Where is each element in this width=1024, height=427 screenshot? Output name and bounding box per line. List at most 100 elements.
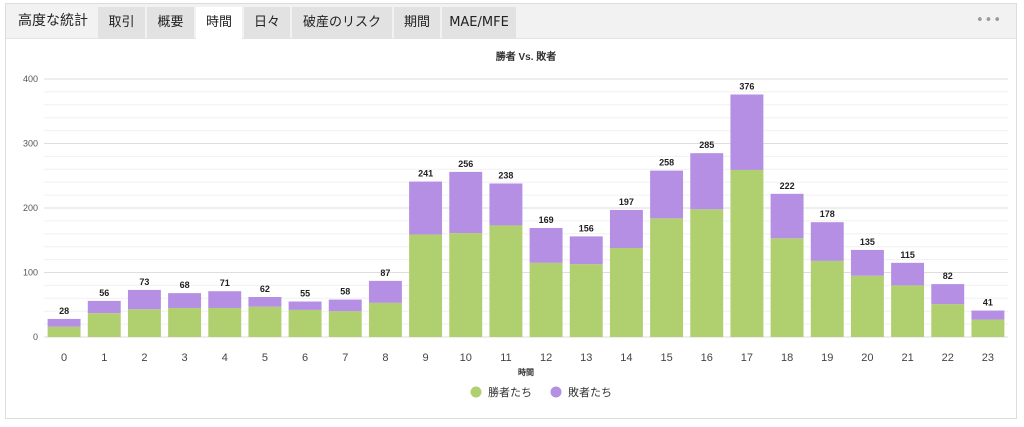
winners-bar [47,326,81,337]
bar-total-label: 178 [820,209,835,219]
winners-bar [87,313,121,337]
bar-total-label: 28 [59,306,69,316]
x-tick-label: 10 [460,352,472,364]
losers-bar [650,170,684,219]
x-tick-label: 17 [741,352,753,364]
bar-total-label: 87 [380,268,390,278]
winners-bar [288,309,322,337]
losers-bar [529,227,563,263]
x-tick-label: 13 [580,352,592,364]
losers-bar [770,193,804,239]
losers-bar [690,153,724,210]
losers-bar [489,183,523,226]
losers-bar [971,310,1005,320]
losers-bar [248,297,282,307]
x-tick-label: 15 [660,352,672,364]
x-tick-label: 8 [382,352,388,364]
winners-bar [368,302,402,337]
bar-total-label: 62 [260,284,270,294]
winners-bar [529,262,563,337]
x-tick-label: 14 [620,352,632,364]
bar-total-label: 55 [300,289,310,299]
y-tick-label: 400 [23,74,38,84]
winners-bar [730,169,764,337]
legend-label: 勝者たち [488,385,532,399]
bar-total-label: 68 [180,280,190,290]
x-tick-label: 16 [701,352,713,364]
losers-bar [208,291,242,308]
x-tick-label: 0 [61,352,67,364]
winners-bar [971,319,1005,337]
bar-total-label: 197 [619,197,634,207]
bar-total-label: 82 [943,271,953,281]
winners-bar [328,311,362,337]
bar-total-label: 58 [340,287,350,297]
bar-total-label: 238 [498,170,513,180]
x-tick-label: 21 [901,352,913,364]
y-tick-label: 0 [33,332,38,342]
winners-bar [248,306,282,337]
winners-bar [770,238,804,337]
losers-bar [609,209,643,248]
x-tick-label: 2 [141,352,147,364]
winners-bar [127,309,161,337]
bar-total-label: 156 [579,223,594,233]
losers-bar [850,249,884,276]
losers-bar [810,222,844,261]
x-tick-label: 11 [500,352,511,364]
x-tick-label: 1 [101,352,107,364]
winners-bar [690,209,724,337]
winners-bar [409,234,443,337]
losers-bar [409,181,443,235]
x-tick-label: 23 [982,352,994,364]
bar-total-label: 135 [860,237,875,247]
losers-bar [87,300,121,314]
bar-total-label: 376 [739,81,754,91]
winners-bar [569,264,603,337]
winners-bar [931,304,965,337]
losers-bar [328,299,362,312]
x-tick-label: 19 [821,352,833,364]
losers-bar [288,301,322,310]
winners-bar [650,218,684,337]
winners-bar [891,285,925,337]
losers-bar [368,280,402,303]
legend-swatch [550,386,562,398]
legend-label: 敗者たち [568,385,612,399]
x-tick-label: 6 [302,352,308,364]
y-tick-label: 100 [23,268,38,278]
bar-total-label: 241 [418,169,433,179]
x-tick-label: 22 [942,352,954,364]
legend-swatch [470,386,482,398]
bar-total-label: 73 [139,277,149,287]
bar-total-label: 222 [780,181,795,191]
losers-bar [931,284,965,305]
x-tick-label: 18 [781,352,793,364]
x-axis-label: 時間 [518,367,534,377]
bar-total-label: 258 [659,158,674,168]
winners-bar [810,260,844,337]
y-tick-label: 300 [23,139,38,149]
losers-bar [449,171,483,234]
bar-total-label: 41 [983,298,993,308]
chart-title: 勝者 Vs. 敗者 [496,50,557,63]
bar-total-label: 285 [699,140,714,150]
winners-bar [609,247,643,337]
x-tick-label: 4 [222,352,228,364]
x-tick-label: 9 [423,352,429,364]
losers-bar [569,236,603,265]
x-tick-label: 7 [342,352,348,364]
x-tick-label: 5 [262,352,268,364]
losers-bar [730,94,764,170]
losers-bar [891,262,925,286]
winners-bar [850,275,884,337]
winners-bar [208,307,242,337]
bar-total-label: 115 [900,250,915,260]
x-tick-label: 20 [861,352,873,364]
x-tick-label: 12 [540,352,552,364]
losers-bar [168,293,202,308]
bar-total-label: 256 [458,159,473,169]
winners-bar [489,225,523,337]
bar-total-label: 71 [220,278,230,288]
losers-bar [47,318,81,327]
